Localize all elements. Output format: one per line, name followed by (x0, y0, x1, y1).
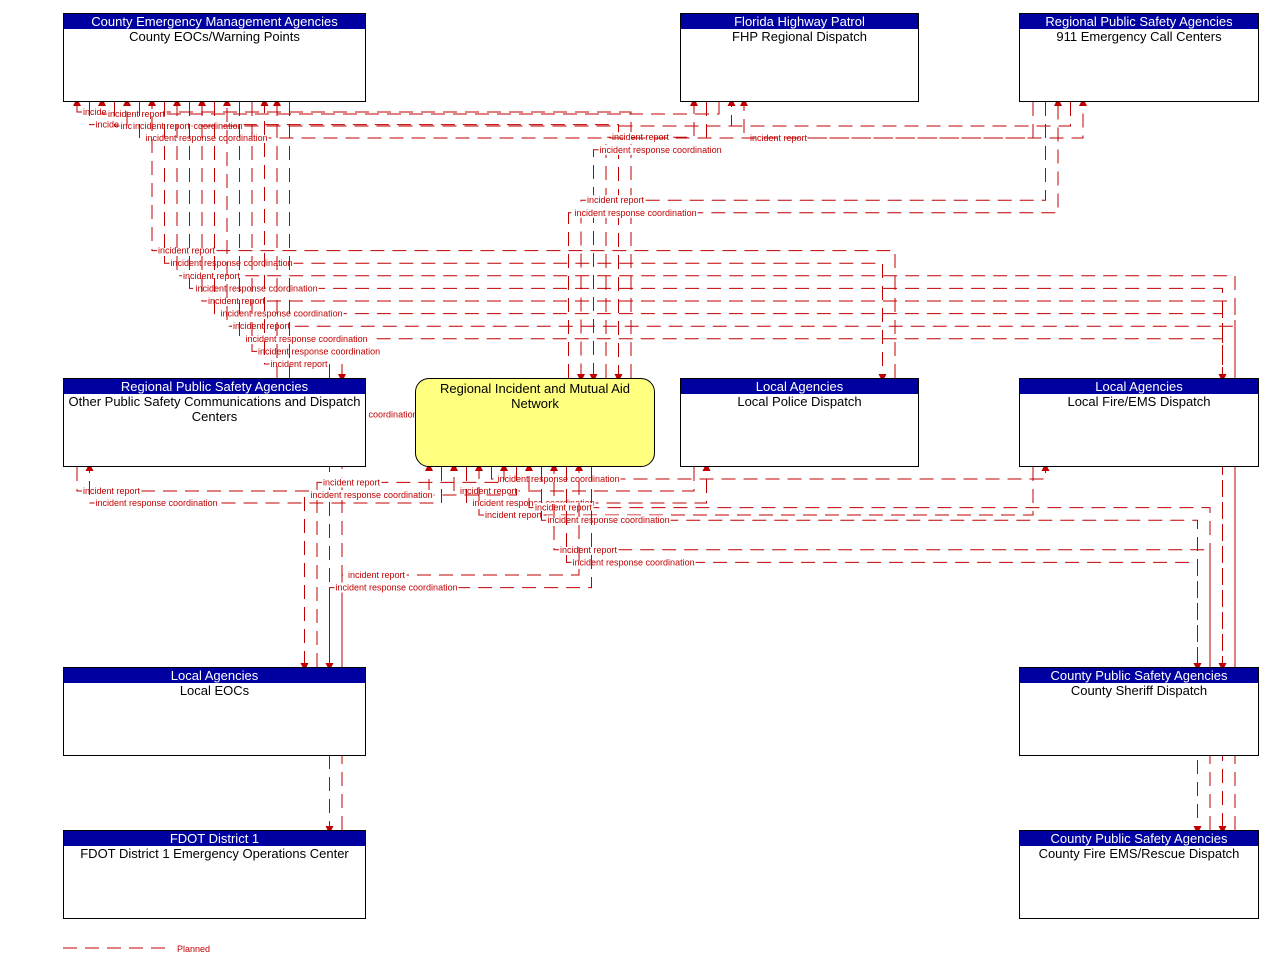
flow-line (589, 102, 707, 382)
flow-label: incident report (208, 296, 266, 306)
node-name: Other Public Safety Communications and D… (68, 394, 361, 424)
flow-label: incident report (323, 477, 381, 487)
node-name: FHP Regional Dispatch (732, 29, 867, 44)
node-name: County EOCs/Warning Points (129, 29, 300, 44)
flow-label: incident report (612, 132, 670, 142)
flow-label: incident response coordination (573, 557, 695, 567)
flow-line (605, 98, 698, 378)
flow-label: incident report (271, 359, 329, 369)
node-agency-header: Florida Highway Patrol (681, 14, 918, 29)
flow-label: incident report (485, 510, 543, 520)
node-agency-header: Regional Public Safety Agencies (64, 379, 365, 394)
node-name: County Fire EMS/Rescue Dispatch (1038, 846, 1240, 861)
node-agency-header: County Public Safety Agencies (1020, 831, 1258, 846)
flow-label: incident report (560, 545, 618, 555)
flow-label: incident report (535, 503, 593, 513)
node-fhp-dispatch[interactable]: Florida Highway Patrol FHP Regional Disp… (680, 13, 919, 102)
node-agency-header: County Public Safety Agencies (1020, 668, 1258, 683)
node-agency-header: Local Agencies (1020, 379, 1258, 394)
flow-label: incident response coordination (258, 346, 380, 356)
node-county-fire-ems-rescue-dispatch[interactable]: County Public Safety Agencies County Fir… (1019, 830, 1259, 919)
flow-label: incident report (587, 195, 645, 205)
node-county-sheriff-dispatch[interactable]: County Public Safety Agencies County She… (1019, 667, 1259, 756)
diagram-canvas: incident report incident response coordin… (63, 98, 1236, 949)
flow-line (577, 102, 1046, 382)
flow-label: incident response coordination (548, 515, 670, 525)
node-fdot-district1-eoc[interactable]: FDOT District 1 FDOT District 1 Emergenc… (63, 830, 366, 919)
node-agency-header: FDOT District 1 (64, 831, 365, 846)
flow-label: incident report (133, 121, 191, 131)
node-911-call-centers[interactable]: Regional Public Safety Agencies 911 Emer… (1019, 13, 1259, 102)
flow-label: incident report (83, 486, 141, 496)
flow-label: incident report (108, 109, 166, 119)
node-county-eocs[interactable]: County Emergency Management Agencies Cou… (63, 13, 366, 102)
flow-label: incident response coordination (221, 309, 343, 319)
flow-label: incident response coordination (171, 258, 293, 268)
flow-line (568, 98, 1062, 378)
node-agency-header: County Emergency Management Agencies (64, 14, 365, 29)
flow-label: incident report (158, 246, 216, 256)
node-name: Local EOCs (179, 683, 250, 698)
flow-label: incident response coordination (336, 583, 458, 593)
node-name: County Sheriff Dispatch (1070, 683, 1208, 698)
flow-label: incident response coordination (600, 145, 722, 155)
node-name: Regional Incident and Mutual Aid Network (439, 381, 631, 411)
flow-label: incident response coordination (575, 208, 697, 218)
flow-label: incident report (348, 570, 406, 580)
flow-label: incident report (183, 271, 241, 281)
flow-label: incident response coordination (246, 334, 368, 344)
node-regional-incident-network[interactable]: Regional Incident and Mutual Aid Network (415, 378, 655, 467)
node-name: FDOT District 1 Emergency Operations Cen… (80, 846, 349, 861)
flow-label: incident response coordination (498, 474, 620, 484)
node-local-fire-ems-dispatch[interactable]: Local Agencies Local Fire/EMS Dispatch (1019, 378, 1259, 467)
node-name: Local Police Dispatch (737, 394, 862, 409)
node-other-psap[interactable]: Regional Public Safety Agencies Other Pu… (63, 378, 366, 467)
node-agency-header: Regional Public Safety Agencies (1020, 14, 1258, 29)
flow-label: incident response coordination (146, 133, 268, 143)
flow-label: incident response coordination (196, 283, 318, 293)
flow-label: incident report (233, 321, 291, 331)
node-name: 911 Emergency Call Centers (1056, 29, 1222, 44)
node-local-eocs[interactable]: Local Agencies Local EOCs (63, 667, 366, 756)
legend-planned-label: Planned (177, 944, 211, 954)
node-name: Local Fire/EMS Dispatch (1067, 394, 1211, 409)
flow-line (341, 463, 583, 830)
node-agency-header: Local Agencies (64, 668, 365, 683)
node-agency-header: Local Agencies (681, 379, 918, 394)
flow-label: incident response coordination (311, 490, 433, 500)
node-local-police-dispatch[interactable]: Local Agencies Local Police Dispatch (680, 378, 919, 467)
flow-label: incident response coordination (96, 498, 218, 508)
